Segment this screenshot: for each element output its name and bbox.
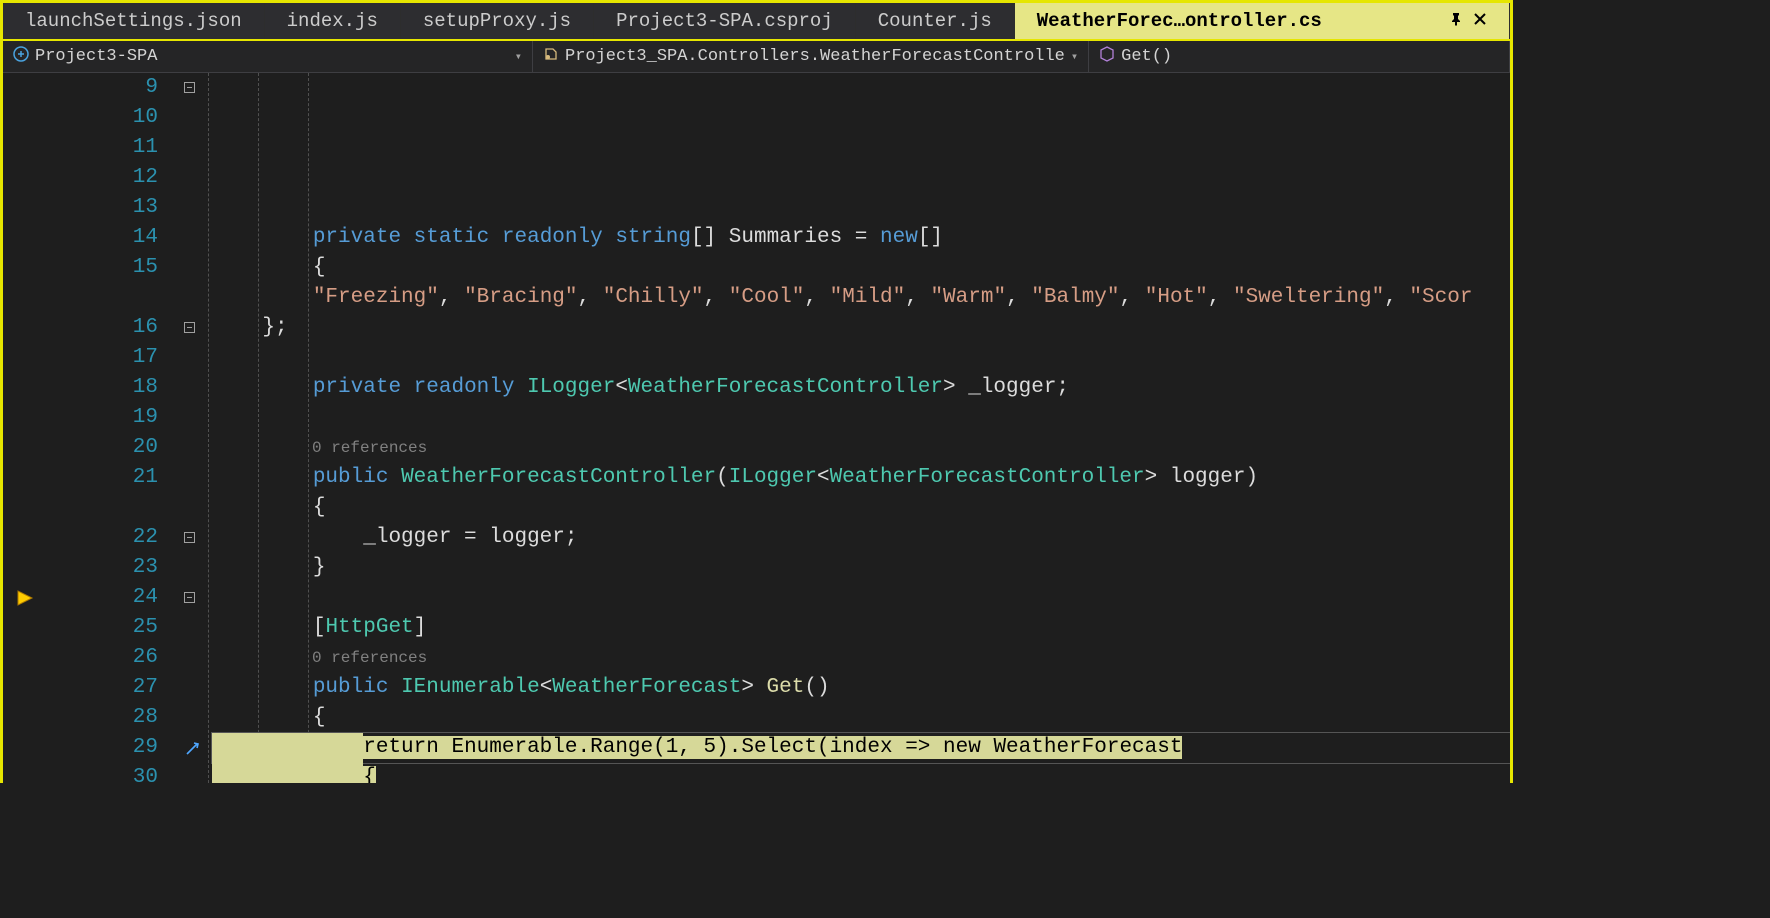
- codelens-references[interactable]: 0 references: [212, 649, 427, 667]
- code-line[interactable]: [HttpGet]: [212, 613, 1510, 643]
- line-number: 11: [48, 133, 158, 163]
- line-number: 29: [48, 733, 158, 763]
- code-line[interactable]: {: [212, 493, 1510, 523]
- code-line[interactable]: private readonly ILogger<WeatherForecast…: [212, 373, 1510, 403]
- line-number: 19: [48, 403, 158, 433]
- breadcrumb-namespace[interactable]: Project3_SPA.Controllers.WeatherForecast…: [533, 41, 1089, 72]
- code-line[interactable]: [212, 343, 1510, 373]
- line-number: 17: [48, 343, 158, 373]
- editor-window: launchSettings.json index.js setupProxy.…: [0, 0, 1513, 783]
- code-editor[interactable]: 9101112131415 161718192021 222324252627282…: [3, 73, 1510, 783]
- lightbulb-icon[interactable]: [184, 739, 200, 769]
- code-line[interactable]: };: [212, 313, 1510, 343]
- chevron-down-icon: ▾: [515, 49, 522, 64]
- tab-csproj[interactable]: Project3-SPA.csproj: [594, 3, 856, 39]
- code-line[interactable]: private static readonly string[] Summari…: [212, 223, 1510, 253]
- tab-bar: launchSettings.json index.js setupProxy.…: [3, 3, 1510, 41]
- code-line[interactable]: [212, 583, 1510, 613]
- breadcrumb: Project3-SPA ▾ Project3_SPA.Controllers.…: [3, 41, 1510, 73]
- fold-toggle[interactable]: [184, 532, 195, 543]
- line-numbers: 9101112131415 161718192021 222324252627282…: [48, 73, 178, 783]
- line-number: 10: [48, 103, 158, 133]
- line-number: 21: [48, 463, 158, 493]
- csharp-project-icon: [13, 46, 29, 68]
- code-line[interactable]: {: [212, 703, 1510, 733]
- line-number: 14: [48, 223, 158, 253]
- fold-margin: [178, 73, 208, 783]
- line-number: 9: [48, 73, 158, 103]
- line-number: 12: [48, 163, 158, 193]
- chevron-down-icon: ▾: [1071, 49, 1078, 64]
- tab-weatherforecastcontroller[interactable]: WeatherForec…ontroller.cs: [1015, 3, 1510, 39]
- code-line[interactable]: public IEnumerable<WeatherForecast> Get(…: [212, 673, 1510, 703]
- breadcrumb-member-label: Get(): [1121, 47, 1172, 66]
- fold-toggle[interactable]: [184, 322, 195, 333]
- line-number: 28: [48, 703, 158, 733]
- line-number: 27: [48, 673, 158, 703]
- code-line[interactable]: return Enumerable.Range(1, 5).Select(ind…: [212, 733, 1510, 763]
- code-line[interactable]: {: [212, 253, 1510, 283]
- close-icon[interactable]: [1473, 12, 1487, 31]
- method-icon: [1099, 46, 1115, 68]
- line-number: 13: [48, 193, 158, 223]
- class-icon: [543, 46, 559, 68]
- glyph-margin: [3, 73, 48, 783]
- breadcrumb-project-label: Project3-SPA: [35, 47, 157, 66]
- code-line[interactable]: {: [212, 763, 1510, 783]
- line-number: 25: [48, 613, 158, 643]
- line-number: 23: [48, 553, 158, 583]
- breadcrumb-project[interactable]: Project3-SPA ▾: [3, 41, 533, 72]
- code-area[interactable]: private static readonly string[] Summari…: [208, 73, 1510, 783]
- tab-setupproxy[interactable]: setupProxy.js: [401, 3, 594, 39]
- breadcrumb-namespace-label: Project3_SPA.Controllers.WeatherForecast…: [565, 47, 1065, 66]
- codelens-references[interactable]: 0 references: [212, 439, 427, 457]
- tab-label: WeatherForec…ontroller.cs: [1037, 10, 1322, 32]
- code-line[interactable]: _logger = logger;: [212, 523, 1510, 553]
- fold-toggle[interactable]: [184, 82, 195, 93]
- line-number: 22: [48, 523, 158, 553]
- indent-guide: [208, 73, 209, 783]
- execution-pointer-icon: [15, 587, 37, 609]
- line-number: 26: [48, 643, 158, 673]
- line-number: 18: [48, 373, 158, 403]
- tab-index-js[interactable]: index.js: [265, 3, 401, 39]
- line-number: 20: [48, 433, 158, 463]
- line-number: 30: [48, 763, 158, 783]
- line-number: 24: [48, 583, 158, 613]
- code-line[interactable]: public WeatherForecastController(ILogger…: [212, 463, 1510, 493]
- fold-toggle[interactable]: [184, 592, 195, 603]
- code-line[interactable]: }: [212, 553, 1510, 583]
- breadcrumb-member[interactable]: Get(): [1089, 41, 1510, 72]
- code-line[interactable]: [212, 403, 1510, 433]
- line-number: 16: [48, 313, 158, 343]
- tab-counter[interactable]: Counter.js: [856, 3, 1015, 39]
- tab-launchsettings[interactable]: launchSettings.json: [3, 3, 265, 39]
- code-line[interactable]: "Freezing", "Bracing", "Chilly", "Cool",…: [212, 283, 1510, 313]
- pin-icon[interactable]: [1449, 12, 1463, 31]
- line-number: 15: [48, 253, 158, 283]
